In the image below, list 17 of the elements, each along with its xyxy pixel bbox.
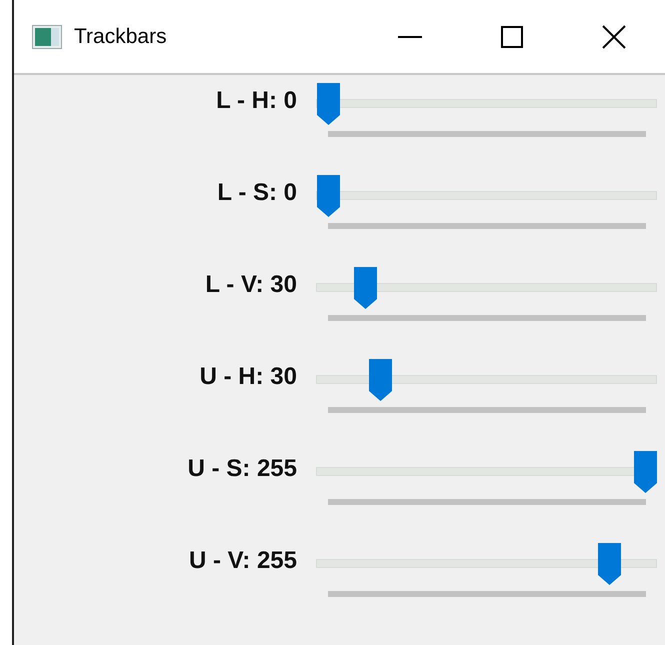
minimize-icon: [398, 36, 422, 38]
slider-thumb[interactable]: [354, 267, 378, 309]
trackbar-label: U - V: 255: [188, 546, 297, 575]
app-icon: [32, 24, 62, 48]
slider-thumb[interactable]: [634, 451, 657, 493]
slider-thumb[interactable]: [317, 175, 340, 217]
slider-thumb[interactable]: [368, 359, 392, 401]
trackbar-label: L - V: 30: [204, 270, 297, 299]
slider-thumb[interactable]: [317, 83, 340, 125]
trackbar-label: U - S: 255: [186, 454, 297, 483]
slider-thumb[interactable]: [598, 543, 621, 585]
maximize-icon: [501, 26, 523, 48]
close-icon: [602, 24, 626, 48]
window-title: Trackbars: [74, 24, 168, 48]
trackbar-label: L - H: 0: [215, 86, 297, 115]
trackbar-label: U - H: 30: [198, 362, 297, 391]
trackbar-label: L - S: 0: [216, 178, 297, 207]
